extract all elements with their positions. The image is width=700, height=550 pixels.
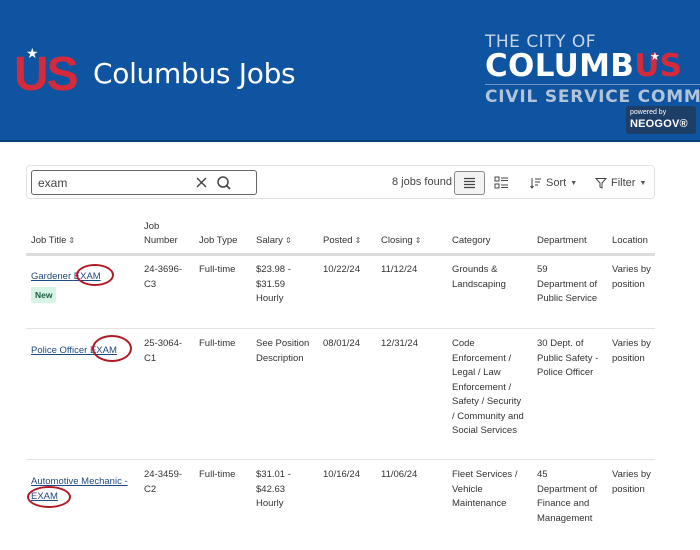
posted-date-cell: 10/22/24 <box>323 264 360 275</box>
city-logo-columb: COLUMB <box>485 48 635 84</box>
table-row[interactable]: Automotive Mechanic - EXAM 24-3459-C2 Fu… <box>26 460 655 550</box>
search-input[interactable] <box>38 174 188 192</box>
table-header: Job Title ⇕ Job Number Job Type Salary ⇕ P… <box>26 212 655 256</box>
sort-arrows-icon: ⇕ <box>68 236 76 245</box>
sort-arrows-icon: ⇕ <box>354 236 362 245</box>
columbus-logo[interactable]: US <box>14 50 79 100</box>
table-row[interactable]: Police Officer EXAM 25-3064-C1 Full-time… <box>26 329 655 460</box>
list-view-icon <box>464 177 475 189</box>
site-title[interactable]: Columbus Jobs <box>93 57 296 90</box>
column-header-closing[interactable]: Closing ⇕ <box>381 234 431 248</box>
column-header-department: Department <box>537 235 587 246</box>
job-type-cell: Full-time <box>199 264 236 275</box>
job-title-link[interactable]: Police Officer EXAM <box>31 345 117 356</box>
department-cell: 30 Dept. of Public Safety - Police Offic… <box>537 338 599 378</box>
chevron-down-icon: ▼ <box>639 179 647 187</box>
new-badge: New <box>31 286 57 303</box>
posted-date-cell: 08/01/24 <box>323 338 360 349</box>
column-header-location: Location <box>612 235 648 246</box>
closing-date-cell: 11/12/24 <box>381 264 418 275</box>
column-header-category: Category <box>452 235 491 246</box>
location-cell: Varies by position <box>612 338 651 364</box>
sort-label: Sort <box>546 177 567 189</box>
job-title-link[interactable]: Gardener EXAM <box>31 271 101 282</box>
location-cell: Varies by position <box>612 469 651 495</box>
search-box <box>31 170 257 195</box>
list-view-button[interactable] <box>454 171 485 195</box>
city-of-columbus-logo[interactable]: THE CITY OF COLUMBUS ★ CIVIL SERVICE COM… <box>485 33 700 109</box>
sort-arrows-icon: ⇕ <box>414 236 422 245</box>
column-header-job-number: Job Number <box>144 221 178 246</box>
chevron-down-icon: ▼ <box>570 179 578 187</box>
posted-date-cell: 10/16/24 <box>323 469 360 480</box>
category-cell: Fleet Services / Vehicle Maintenance <box>452 469 518 509</box>
job-title-link[interactable]: Automotive Mechanic - EXAM <box>31 476 128 502</box>
salary-cell: See Position Description <box>256 338 310 364</box>
table-row[interactable]: Gardener EXAM New 24-3696-C3 Full-time $… <box>26 256 655 329</box>
powered-by-label: powered by <box>630 109 667 116</box>
job-type-cell: Full-time <box>199 338 236 349</box>
card-view-button[interactable] <box>490 171 514 195</box>
neogov-label: NEOGOV® <box>630 118 688 130</box>
job-title-cell: Police Officer EXAM <box>31 344 135 359</box>
category-cell: Code Enforcement / Legal / Law Enforceme… <box>452 338 524 436</box>
column-header-salary[interactable]: Salary ⇕ <box>256 234 314 248</box>
category-cell: Grounds & Landscaping <box>452 264 506 290</box>
sort-button[interactable]: Sort ▼ <box>530 173 577 193</box>
department-cell: 45 Department of Finance and Management <box>537 469 598 524</box>
powered-by-neogov-badge[interactable]: powered by NEOGOV® <box>626 106 696 134</box>
site-header: ★ US Columbus Jobs THE CITY OF COLUMBUS … <box>0 0 700 142</box>
search-icon <box>217 176 231 190</box>
job-title-cell: Gardener EXAM New <box>31 270 135 303</box>
filter-button[interactable]: Filter ▼ <box>595 173 646 193</box>
salary-cell: $23.98 - $31.59 Hourly <box>256 264 291 304</box>
job-number-cell: 25-3064-C1 <box>144 338 183 364</box>
job-type-cell: Full-time <box>199 469 236 480</box>
search-button[interactable] <box>215 174 233 192</box>
sort-icon <box>530 178 541 189</box>
salary-cell: $31.01 - $42.63 Hourly <box>256 469 291 509</box>
star-icon: ★ <box>650 50 661 63</box>
closing-date-cell: 11/06/24 <box>381 469 418 480</box>
column-header-job-title[interactable]: Job Title ⇕ <box>31 234 135 248</box>
close-icon <box>196 177 207 188</box>
location-cell: Varies by position <box>612 264 651 290</box>
filter-icon <box>595 178 607 189</box>
job-number-cell: 24-3696-C3 <box>144 264 183 290</box>
column-header-job-type: Job Type <box>199 235 238 246</box>
clear-search-button[interactable] <box>194 174 210 192</box>
city-logo-line2: COLUMBUS ★ <box>485 48 700 84</box>
jobs-table: Job Title ⇕ Job Number Job Type Salary ⇕ P… <box>26 212 655 550</box>
sort-arrows-icon: ⇕ <box>284 236 292 245</box>
closing-date-cell: 12/31/24 <box>381 338 418 349</box>
card-view-icon <box>494 176 508 189</box>
department-cell: 59 Department of Public Service <box>537 264 598 304</box>
filter-label: Filter <box>611 177 636 189</box>
job-number-cell: 24-3459-C2 <box>144 469 183 495</box>
column-header-posted[interactable]: Posted ⇕ <box>323 234 373 248</box>
jobs-found-count: 8 jobs found <box>392 176 452 188</box>
search-toolbar: 8 jobs found Sort ▼ Filter ▼ <box>26 165 655 199</box>
job-title-cell: Automotive Mechanic - EXAM <box>31 475 131 504</box>
